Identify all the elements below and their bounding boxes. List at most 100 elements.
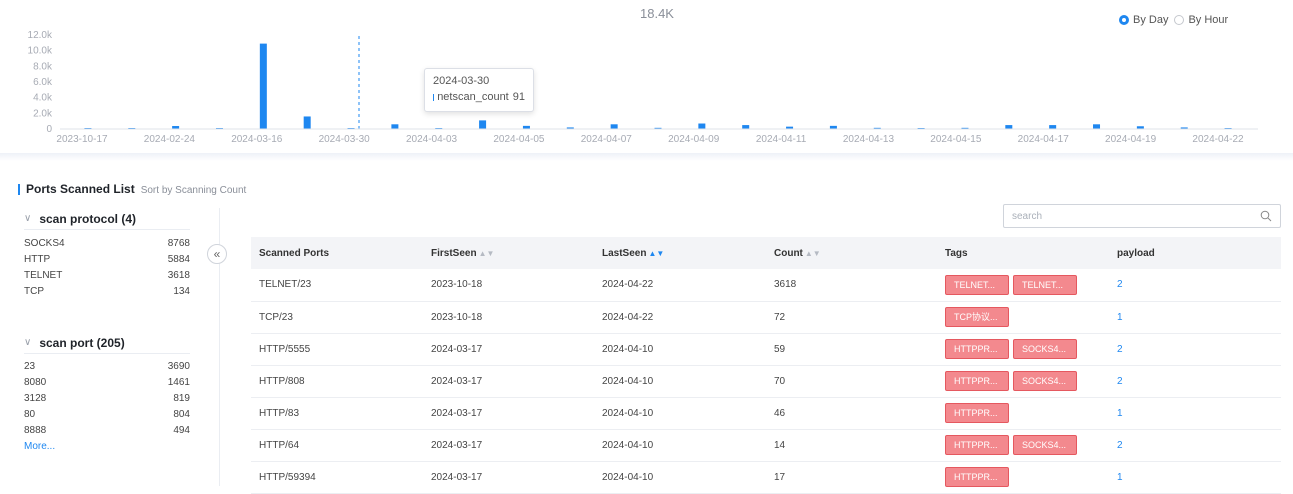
- tag-badge[interactable]: SOCKS4...: [1013, 435, 1077, 455]
- port-filter-group: ∨ scan port (205) 2336908080146131288198…: [24, 332, 190, 452]
- header-label: FirstSeen: [431, 248, 477, 259]
- chart-bar[interactable]: [260, 44, 267, 129]
- x-tick-label: 2024-04-19: [1105, 134, 1157, 145]
- cell-scanned-port: HTTP/808: [251, 365, 423, 397]
- protocol-filter-group: ∨ scan protocol (4) SOCKS48768HTTP5884TE…: [24, 208, 190, 302]
- protocol-list: SOCKS48768HTTP5884TELNET3618TCP134: [24, 230, 190, 302]
- col-lastseen[interactable]: LastSeen▲▼: [594, 237, 766, 269]
- cell-payload-link[interactable]: 2: [1109, 429, 1281, 461]
- section-divider: [0, 153, 1293, 161]
- filter-item[interactable]: SOCKS48768: [24, 238, 190, 254]
- x-tick-label: 2024-04-09: [668, 134, 720, 145]
- cell-firstseen: 2024-03-17: [423, 397, 594, 429]
- table-row[interactable]: HTTP/593942024-03-172024-04-1017HTTPPR..…: [251, 461, 1281, 493]
- tag-badge[interactable]: HTTPPR...: [945, 403, 1009, 423]
- chart-bar[interactable]: [742, 125, 749, 129]
- search-icon[interactable]: [1260, 210, 1272, 222]
- cell-payload-link[interactable]: 1: [1109, 397, 1281, 429]
- filter-item[interactable]: 3128819: [24, 393, 190, 409]
- by-hour-radio[interactable]: By Hour: [1174, 14, 1228, 26]
- cell-scanned-port: TELNET/23: [251, 269, 423, 301]
- col-count[interactable]: Count▲▼: [766, 237, 937, 269]
- col-scanned-ports: Scanned Ports: [251, 237, 423, 269]
- filter-item[interactable]: 80801461: [24, 377, 190, 393]
- protocol-group-header[interactable]: ∨ scan protocol (4): [24, 208, 190, 230]
- filter-item-count: 3690: [168, 361, 190, 377]
- x-tick-label: 2024-04-07: [581, 134, 633, 145]
- chart-bar[interactable]: [1005, 125, 1012, 129]
- sort-icon[interactable]: ▲▼: [805, 249, 821, 258]
- cell-firstseen: 2024-03-17: [423, 365, 594, 397]
- tag-badge[interactable]: TELNET...: [1013, 275, 1077, 295]
- y-tick-label: 2.0k: [33, 108, 53, 119]
- table-row[interactable]: TCP/232023-10-182024-04-2272TCP协议...1: [251, 301, 1281, 333]
- col-firstseen[interactable]: FirstSeen▲▼: [423, 237, 594, 269]
- filter-item[interactable]: 233690: [24, 361, 190, 377]
- filter-item-count: 3618: [168, 270, 190, 286]
- x-tick-label: 2023-10-17: [56, 134, 108, 145]
- header-label: Scanned Ports: [259, 248, 329, 259]
- chart-tooltip: 2024-03-30 netscan_count 91: [424, 68, 534, 112]
- chart-bar[interactable]: [1093, 124, 1100, 129]
- filter-item-count: 804: [173, 409, 190, 425]
- tooltip-date: 2024-03-30: [433, 75, 525, 87]
- table-row[interactable]: HTTP/8082024-03-172024-04-1070HTTPPR...S…: [251, 365, 1281, 397]
- x-tick-label: 2024-04-15: [930, 134, 982, 145]
- table-row[interactable]: HTTP/832024-03-172024-04-1046HTTPPR...1: [251, 397, 1281, 429]
- chart-bar[interactable]: [479, 120, 486, 129]
- search-box[interactable]: [1003, 204, 1281, 228]
- filter-item-count: 5884: [168, 254, 190, 270]
- filter-item[interactable]: HTTP5884: [24, 254, 190, 270]
- chart-bar[interactable]: [698, 124, 705, 129]
- filter-panel: ∨ scan protocol (4) SOCKS48768HTTP5884TE…: [24, 208, 220, 486]
- more-link[interactable]: More...: [24, 441, 190, 452]
- filter-item[interactable]: 8888494: [24, 425, 190, 441]
- table-row[interactable]: HTTP/55552024-03-172024-04-1059HTTPPR...…: [251, 333, 1281, 365]
- search-input[interactable]: [1012, 211, 1260, 222]
- tag-badge[interactable]: HTTPPR...: [945, 339, 1009, 359]
- cell-payload-link[interactable]: 1: [1109, 461, 1281, 493]
- cell-payload-link[interactable]: 1: [1109, 301, 1281, 333]
- tag-badge[interactable]: SOCKS4...: [1013, 371, 1077, 391]
- peak-value-label: 18.4K: [640, 6, 674, 21]
- tag-badge[interactable]: HTTPPR...: [945, 467, 1009, 487]
- chevron-down-icon: ∨: [24, 213, 31, 224]
- x-tick-label: 2024-04-13: [843, 134, 895, 145]
- x-tick-label: 2024-04-17: [1018, 134, 1070, 145]
- cell-tags: TELNET...TELNET...: [937, 269, 1109, 301]
- table-row[interactable]: TELNET/232023-10-182024-04-223618TELNET.…: [251, 269, 1281, 301]
- chart-bar[interactable]: [304, 116, 311, 129]
- collapse-panel-button[interactable]: «: [207, 244, 227, 264]
- cell-lastseen: 2024-04-10: [594, 397, 766, 429]
- sort-icon[interactable]: ▲▼: [648, 249, 664, 258]
- ports-table: Scanned Ports FirstSeen▲▼ LastSeen▲▼ Cou…: [251, 237, 1281, 494]
- cell-payload-link[interactable]: 2: [1109, 333, 1281, 365]
- cell-payload-link[interactable]: 2: [1109, 365, 1281, 397]
- filter-item[interactable]: 80804: [24, 409, 190, 425]
- tag-badge[interactable]: SOCKS4...: [1013, 339, 1077, 359]
- table-row[interactable]: HTTP/642024-03-172024-04-1014HTTPPR...SO…: [251, 429, 1281, 461]
- y-tick-label: 8.0k: [33, 61, 53, 72]
- section-title: Ports Scanned List: [26, 182, 135, 196]
- cell-lastseen: 2024-04-10: [594, 429, 766, 461]
- chart-bar[interactable]: [611, 124, 618, 129]
- cell-payload-link[interactable]: 2: [1109, 269, 1281, 301]
- tag-badge[interactable]: HTTPPR...: [945, 371, 1009, 391]
- cell-firstseen: 2023-10-18: [423, 301, 594, 333]
- section-header: Ports Scanned List Sort by Scanning Coun…: [18, 182, 246, 196]
- radio-selected-icon: [1119, 15, 1129, 25]
- chart-bar[interactable]: [391, 124, 398, 129]
- granularity-toggle: By Day By Hour: [1119, 14, 1228, 26]
- cell-count: 70: [766, 365, 937, 397]
- sort-icon[interactable]: ▲▼: [479, 249, 495, 258]
- filter-item-name: TCP: [24, 286, 44, 302]
- by-day-radio[interactable]: By Day: [1119, 14, 1168, 26]
- filter-item[interactable]: TELNET3618: [24, 270, 190, 286]
- tag-badge[interactable]: HTTPPR...: [945, 435, 1009, 455]
- tag-badge[interactable]: TCP协议...: [945, 307, 1009, 327]
- filter-item[interactable]: TCP134: [24, 286, 190, 302]
- chart-bar[interactable]: [1049, 125, 1056, 129]
- port-group-header[interactable]: ∨ scan port (205): [24, 332, 190, 354]
- y-tick-label: 4.0k: [33, 93, 53, 104]
- tag-badge[interactable]: TELNET...: [945, 275, 1009, 295]
